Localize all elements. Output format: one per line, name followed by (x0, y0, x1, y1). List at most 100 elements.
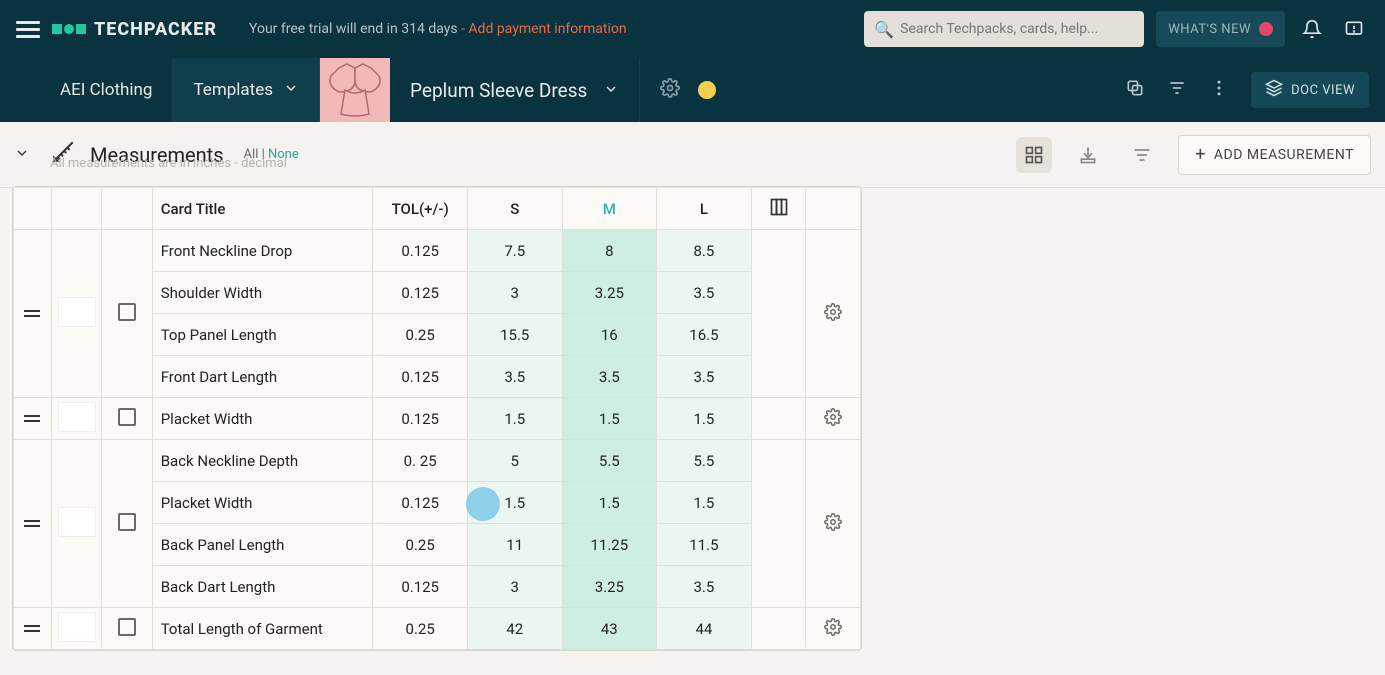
add-column-button[interactable] (751, 188, 806, 230)
row-title[interactable]: Back Panel Length (152, 524, 373, 566)
row-settings[interactable] (806, 398, 861, 440)
cell-tol[interactable]: 0.125 (373, 356, 468, 398)
cell-l[interactable]: 3.5 (657, 356, 752, 398)
sort-icon[interactable] (1124, 137, 1160, 173)
cell-tol[interactable]: 0.25 (373, 314, 468, 356)
menu-icon[interactable] (16, 17, 40, 41)
row-thumbnail[interactable] (51, 608, 101, 650)
doc-view-label: DOC VIEW (1291, 83, 1355, 98)
cell-s[interactable]: 1.5 (467, 398, 562, 440)
cell-l[interactable]: 16.5 (657, 314, 752, 356)
drag-handle[interactable] (14, 398, 52, 440)
row-title[interactable]: Top Panel Length (152, 314, 373, 356)
cell-spacer (751, 398, 806, 440)
cell-tol[interactable]: 0.25 (373, 608, 468, 650)
row-checkbox[interactable] (102, 440, 152, 608)
row-thumbnail[interactable] (51, 398, 101, 440)
row-title[interactable]: Back Neckline Depth (152, 440, 373, 482)
cell-s[interactable]: 42 (467, 608, 562, 650)
cell-m[interactable]: 8 (562, 230, 657, 272)
cell-s[interactable]: 15.5 (467, 314, 562, 356)
row-thumbnail[interactable] (51, 230, 101, 398)
cell-s[interactable]: 3 (467, 566, 562, 608)
row-title[interactable]: Total Length of Garment (152, 608, 373, 650)
row-title[interactable]: Front Dart Length (152, 356, 373, 398)
download-icon[interactable] (1070, 137, 1106, 173)
cell-tol[interactable]: 0.125 (373, 482, 468, 524)
cell-l[interactable]: 3.5 (657, 272, 752, 314)
grid-view-icon[interactable] (1016, 137, 1052, 173)
row-title[interactable]: Front Neckline Drop (152, 230, 373, 272)
cell-s[interactable]: 3.5 (467, 356, 562, 398)
row-title[interactable]: Placket Width (152, 482, 373, 524)
breadcrumb-org[interactable]: AEI Clothing (40, 58, 173, 122)
cell-l[interactable]: 44 (657, 608, 752, 650)
whats-new-button[interactable]: WHAT'S NEW (1156, 11, 1285, 47)
breadcrumb-templates[interactable]: Templates (173, 58, 320, 122)
header-card-title: Card Title (152, 188, 373, 230)
row-settings[interactable] (806, 440, 861, 608)
add-payment-link[interactable]: - Add payment information (461, 21, 627, 37)
drag-handle[interactable] (14, 230, 52, 398)
row-title[interactable]: Shoulder Width (152, 272, 373, 314)
cell-tol[interactable]: 0. 25 (373, 440, 468, 482)
drag-handle[interactable] (14, 608, 52, 650)
help-icon[interactable] (1339, 19, 1369, 39)
cell-spacer (751, 440, 806, 608)
status-dot[interactable] (698, 81, 716, 99)
cell-m[interactable]: 3.25 (562, 566, 657, 608)
row-checkbox[interactable] (102, 398, 152, 440)
copy-icon[interactable] (1125, 78, 1145, 102)
header-s[interactable]: S (467, 188, 562, 230)
cell-l[interactable]: 11.5 (657, 524, 752, 566)
cell-tol[interactable]: 0.125 (373, 566, 468, 608)
cell-s[interactable]: 5 (467, 440, 562, 482)
cell-m[interactable]: 3.25 (562, 272, 657, 314)
cell-l[interactable]: 1.5 (657, 482, 752, 524)
add-measurement-button[interactable]: + ADD MEASUREMENT (1178, 135, 1371, 175)
cell-l[interactable]: 5.5 (657, 440, 752, 482)
cell-m[interactable]: 16 (562, 314, 657, 356)
brand-logo[interactable]: TECHPACKER (52, 19, 217, 40)
product-thumbnail[interactable] (320, 58, 390, 122)
cell-m[interactable]: 43 (562, 608, 657, 650)
cell-tol[interactable]: 0.25 (373, 524, 468, 566)
gear-icon[interactable] (660, 78, 680, 102)
gear-icon (824, 307, 842, 325)
row-settings[interactable] (806, 230, 861, 398)
cell-l[interactable]: 1.5 (657, 398, 752, 440)
cell-tol[interactable]: 0.125 (373, 230, 468, 272)
cell-tol[interactable]: 0.125 (373, 398, 468, 440)
header-l[interactable]: L (657, 188, 752, 230)
search-input-wrap[interactable]: 🔍 (864, 11, 1144, 47)
row-settings[interactable] (806, 608, 861, 650)
row-title[interactable]: Back Dart Length (152, 566, 373, 608)
bell-icon[interactable] (1297, 19, 1327, 39)
cell-m[interactable]: 1.5 (562, 482, 657, 524)
drag-handle[interactable] (14, 440, 52, 608)
cell-s[interactable]: 7.5 (467, 230, 562, 272)
product-title-dropdown[interactable]: Peplum Sleeve Dress (390, 58, 639, 122)
gear-icon (824, 622, 842, 640)
cell-l[interactable]: 8.5 (657, 230, 752, 272)
search-input[interactable] (900, 21, 1134, 37)
row-title[interactable]: Placket Width (152, 398, 373, 440)
collapse-icon[interactable] (14, 145, 30, 165)
cell-tol[interactable]: 0.125 (373, 272, 468, 314)
cell-m[interactable]: 5.5 (562, 440, 657, 482)
cell-s[interactable]: 11 (467, 524, 562, 566)
cell-m[interactable]: 11.25 (562, 524, 657, 566)
header-m[interactable]: M (562, 188, 657, 230)
cell-m[interactable]: 1.5 (562, 398, 657, 440)
row-checkbox[interactable] (102, 608, 152, 650)
breadcrumb-templates-label: Templates (193, 80, 273, 100)
cell-m[interactable]: 3.5 (562, 356, 657, 398)
filter-icon[interactable] (1167, 78, 1187, 102)
doc-view-button[interactable]: DOC VIEW (1251, 72, 1369, 108)
row-checkbox[interactable] (102, 230, 152, 398)
row-thumbnail[interactable] (51, 440, 101, 608)
cell-spacer (751, 230, 806, 398)
more-icon[interactable] (1209, 78, 1229, 102)
cell-s[interactable]: 3 (467, 272, 562, 314)
cell-l[interactable]: 3.5 (657, 566, 752, 608)
